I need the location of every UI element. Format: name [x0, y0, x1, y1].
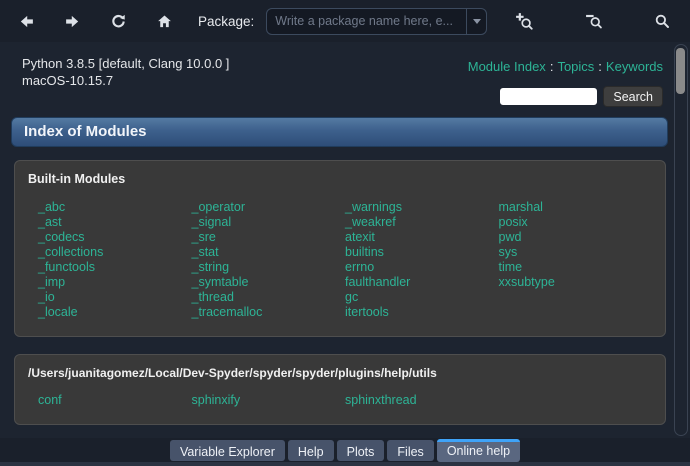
module-link[interactable]: atexit — [345, 230, 375, 245]
module-link[interactable]: time — [499, 260, 523, 275]
module-link[interactable]: _ast — [38, 215, 62, 230]
bottom-strip — [0, 462, 690, 466]
section-heading-path: /Users/juanitagomez/Local/Dev-Spyder/spy… — [28, 366, 437, 380]
module-link[interactable]: pwd — [499, 230, 522, 245]
module-link[interactable]: _stat — [192, 245, 219, 260]
module-column — [499, 393, 653, 408]
zoom-in-button[interactable] — [511, 8, 537, 34]
module-link[interactable]: _sre — [192, 230, 216, 245]
module-column: _warnings _weakref atexit builtins errno faul… — [345, 200, 499, 320]
nav-separator: : — [549, 59, 554, 74]
module-link[interactable]: _imp — [38, 275, 65, 290]
module-link[interactable]: _thread — [192, 290, 234, 305]
module-column: _operator _signal _sre _stat _string _symtabl… — [192, 200, 346, 320]
module-column: _abc _ast _codecs _collections _functools _im… — [38, 200, 192, 320]
toolbar: Package: — [0, 0, 690, 42]
pydoc-page: Python 3.8.5 [default, Clang 10.0.0 ] ma… — [0, 42, 690, 438]
refresh-button[interactable] — [105, 8, 131, 34]
pane-tab[interactable]: Variable Explorer — [169, 439, 285, 461]
module-link[interactable]: conf — [38, 393, 62, 408]
pydoc-nav: Module Index: Topics: Keywords — [468, 59, 663, 74]
module-link[interactable]: itertools — [345, 305, 389, 320]
module-link[interactable]: sys — [499, 245, 518, 260]
module-link[interactable]: _collections — [38, 245, 103, 260]
keywords-link[interactable]: Keywords — [606, 59, 663, 74]
back-button[interactable] — [13, 8, 39, 34]
forward-arrow-icon — [64, 13, 81, 30]
python-version-text: Python 3.8.5 [default, Clang 10.0.0 ] — [22, 56, 230, 71]
module-link[interactable]: _io — [38, 290, 55, 305]
package-combobox[interactable] — [266, 7, 488, 35]
topics-link[interactable]: Topics — [557, 59, 594, 74]
module-column: marshal posix pwd sys time xxsubtype — [499, 200, 653, 320]
pane-tab[interactable]: Online help — [436, 438, 521, 462]
module-link[interactable]: _abc — [38, 200, 65, 215]
module-column: sphinxthread — [345, 393, 499, 408]
module-link[interactable]: _warnings — [345, 200, 402, 215]
nav-separator: : — [598, 59, 602, 74]
module-column: conf — [38, 393, 192, 408]
scrollbar-track[interactable] — [674, 44, 688, 436]
zoom-out-button[interactable] — [581, 8, 607, 34]
module-grid: _abc _ast _codecs _collections _functools _im… — [28, 200, 652, 320]
environment-info: Python 3.8.5 [default, Clang 10.0.0 ] ma… — [22, 55, 229, 89]
forward-button[interactable] — [59, 8, 85, 34]
module-link[interactable]: _operator — [192, 200, 246, 215]
module-link[interactable]: _locale — [38, 305, 78, 320]
pane-tabbar: Variable Explorer Help Plots Files Online he… — [0, 438, 690, 462]
module-link[interactable]: _string — [192, 260, 230, 275]
combo-dropdown-button[interactable] — [466, 8, 486, 34]
page-title: Index of Modules — [11, 117, 668, 147]
find-button[interactable] — [649, 8, 675, 34]
module-grid: conf sphinxify sphinxthread — [28, 393, 652, 408]
pane-tab[interactable]: Help — [287, 439, 334, 461]
pane-tab[interactable]: Files — [387, 439, 434, 461]
module-link[interactable]: gc — [345, 290, 358, 305]
package-input[interactable] — [267, 8, 467, 34]
search-input[interactable] — [500, 88, 598, 105]
os-version-text: macOS-10.15.7 — [22, 73, 114, 88]
back-arrow-icon — [18, 13, 35, 30]
package-label: Package: — [198, 13, 255, 29]
module-link[interactable]: builtins — [345, 245, 384, 260]
section-heading: Built-in Modules — [28, 172, 126, 186]
zoom-out-icon — [584, 11, 604, 31]
module-link[interactable]: posix — [499, 215, 528, 230]
module-link[interactable]: sphinxify — [192, 393, 241, 408]
module-link[interactable]: _weakref — [345, 215, 396, 230]
module-link[interactable]: _codecs — [38, 230, 85, 245]
module-link[interactable]: _signal — [192, 215, 232, 230]
module-link[interactable]: marshal — [499, 200, 543, 215]
search-submit-button[interactable]: Search — [603, 86, 663, 107]
refresh-icon — [110, 13, 127, 30]
chevron-down-icon — [472, 18, 481, 24]
module-link[interactable]: errno — [345, 260, 374, 275]
module-link[interactable]: _tracemalloc — [192, 305, 263, 320]
module-link[interactable]: xxsubtype — [499, 275, 555, 290]
scrollbar-thumb[interactable] — [676, 48, 685, 94]
module-index-link[interactable]: Module Index — [468, 59, 546, 74]
module-link[interactable]: sphinxthread — [345, 393, 417, 408]
search-icon — [653, 12, 671, 30]
utils-modules-panel: /Users/juanitagomez/Local/Dev-Spyder/spy… — [14, 354, 666, 425]
zoom-in-icon — [514, 11, 534, 31]
module-link[interactable]: _functools — [38, 260, 95, 275]
module-column: sphinxify — [192, 393, 346, 408]
home-button[interactable] — [151, 8, 177, 34]
module-link[interactable]: faulthandler — [345, 275, 410, 290]
pydoc-search: Search — [500, 86, 663, 107]
builtin-modules-panel: Built-in Modules _abc _ast _codecs _collect… — [14, 160, 666, 337]
pane-tab[interactable]: Plots — [336, 439, 385, 461]
home-icon — [156, 13, 173, 30]
module-link[interactable]: _symtable — [192, 275, 249, 290]
